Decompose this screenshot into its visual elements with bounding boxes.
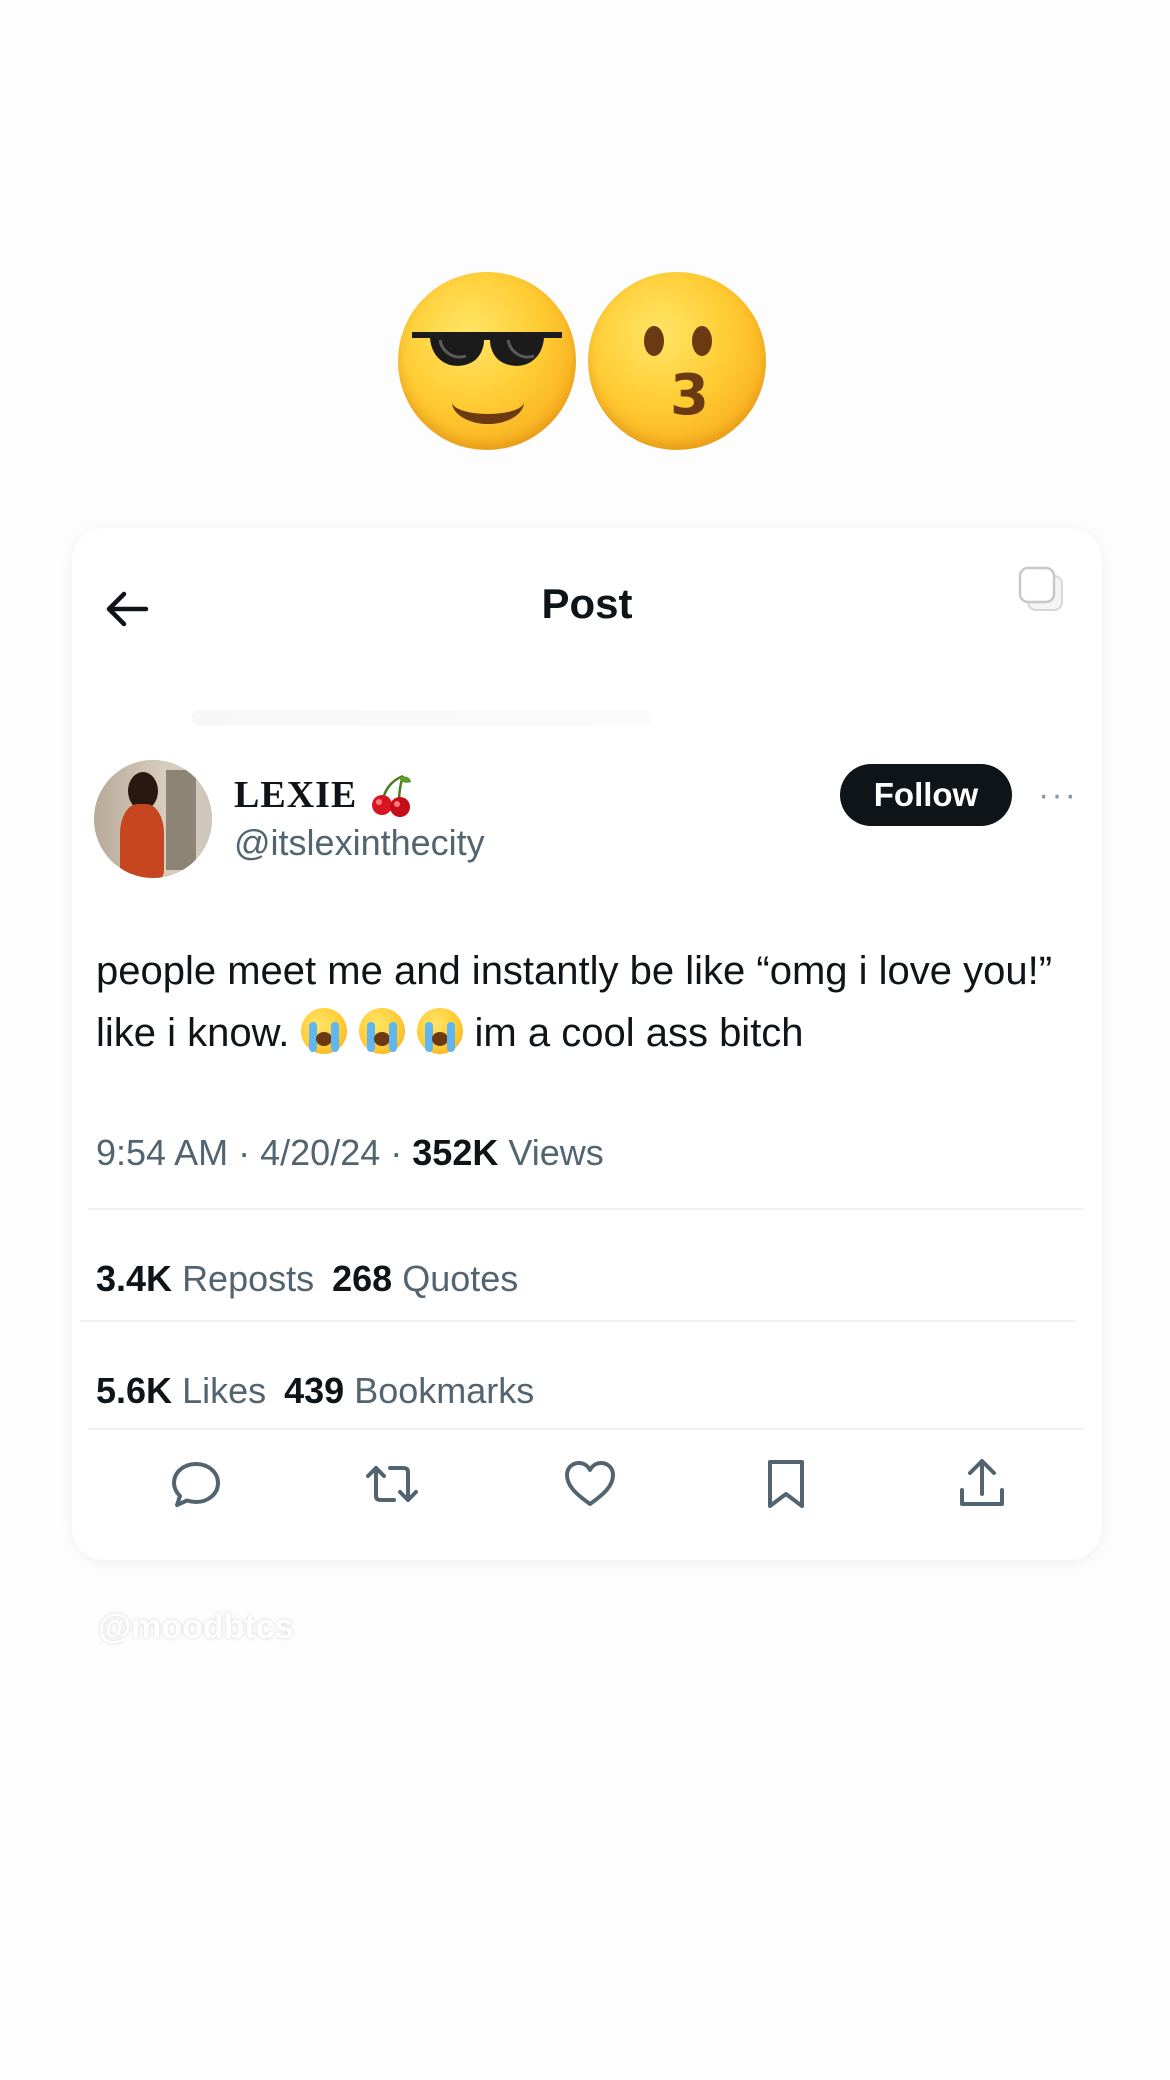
follow-button[interactable]: Follow	[840, 764, 1012, 826]
tweet-text: people meet me and instantly be like “om…	[96, 940, 1076, 1064]
bookmarks-label: Bookmarks	[354, 1370, 535, 1411]
avatar[interactable]	[94, 760, 212, 878]
tweet-time[interactable]: 9:54 AM	[96, 1132, 228, 1173]
repost-icon[interactable]	[364, 1456, 420, 1512]
quotes-stat[interactable]: 268 Quotes	[332, 1258, 518, 1299]
display-name[interactable]: LEXIE	[234, 772, 415, 818]
divider	[88, 1208, 1084, 1210]
loudly-crying-face-icon	[358, 1008, 405, 1054]
emoji-sticker: 3	[398, 272, 766, 450]
action-bar	[72, 1450, 1102, 1522]
post-card: Post LEXIE @itslexinthecity Follow ··· p…	[72, 528, 1102, 1560]
cherries-icon	[372, 774, 412, 817]
tweet-meta: 9:54 AM · 4/20/24 · 352K Views	[96, 1132, 604, 1174]
quotes-label: Quotes	[402, 1258, 519, 1299]
likes-label: Likes	[182, 1370, 267, 1411]
bookmarks-count: 439	[284, 1370, 345, 1411]
quotes-count: 268	[332, 1258, 393, 1299]
tweet-text-part2: im a cool ass bitch	[474, 1011, 804, 1055]
stats-row-reposts: 3.4K Reposts 268 Quotes	[96, 1258, 518, 1300]
meta-separator: ·	[238, 1132, 251, 1173]
stats-row-likes: 5.6K Likes 439 Bookmarks	[96, 1370, 534, 1412]
reply-icon[interactable]	[168, 1456, 224, 1512]
loudly-crying-face-icon	[300, 1008, 347, 1054]
views-count: 352K	[412, 1132, 499, 1173]
views-label: Views	[508, 1132, 604, 1173]
meta-separator: ·	[390, 1132, 403, 1173]
kissing-face-icon: 3	[588, 272, 766, 450]
faint-context-line	[192, 710, 652, 726]
divider	[88, 1428, 1084, 1430]
display-name-text: LEXIE	[234, 774, 358, 816]
likes-stat[interactable]: 5.6K Likes	[96, 1370, 266, 1411]
reposts-stat[interactable]: 3.4K Reposts	[96, 1258, 314, 1299]
like-icon[interactable]	[562, 1456, 618, 1512]
bookmark-icon[interactable]	[758, 1456, 814, 1512]
page: 3 Post LEXIE @itslexinthecity Follow ···…	[0, 0, 1170, 2080]
tweet-date[interactable]: 4/20/24	[260, 1132, 380, 1173]
likes-count: 5.6K	[96, 1370, 173, 1411]
watermark: @moodbtcs	[98, 1608, 294, 1646]
page-title: Post	[541, 580, 633, 627]
copy-icon[interactable]	[1012, 562, 1070, 620]
divider	[80, 1320, 1076, 1322]
loudly-crying-face-icon	[416, 1008, 463, 1054]
reposts-label: Reposts	[182, 1258, 315, 1299]
share-icon[interactable]	[954, 1456, 1010, 1512]
bookmarks-stat[interactable]: 439 Bookmarks	[284, 1370, 534, 1411]
user-handle[interactable]: @itslexinthecity	[234, 822, 485, 864]
reposts-count: 3.4K	[96, 1258, 173, 1299]
more-horizontal-icon[interactable]: ···	[1038, 778, 1078, 812]
smiling-face-with-sunglasses-icon	[398, 272, 576, 450]
